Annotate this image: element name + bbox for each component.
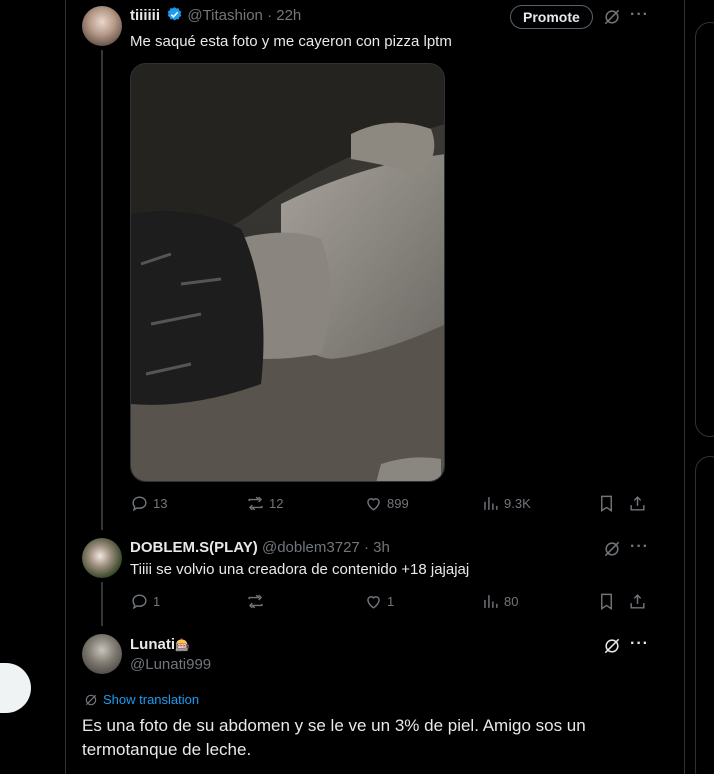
- sidebar-card-bottom: [695, 456, 714, 774]
- reply2-handle[interactable]: @Lunati999: [130, 656, 211, 673]
- views-icon: [484, 595, 498, 608]
- grok-icon[interactable]: [601, 538, 623, 560]
- tweet-actions: 13 12 899 9.3K: [130, 494, 650, 518]
- reply2-text-line1: Es una foto de su abdomen y se le ve un …: [82, 716, 586, 735]
- more-icon[interactable]: ···: [630, 6, 649, 24]
- tweet-photo[interactable]: [130, 63, 445, 482]
- grok-icon[interactable]: [601, 6, 623, 28]
- repost-count: 12: [269, 496, 284, 511]
- like-count: 1: [387, 594, 395, 609]
- views-button[interactable]: 9.3K: [481, 494, 531, 513]
- reply1-actions: 1 1 80: [130, 592, 650, 616]
- reply1-text: Tiiii se volvio una creadora de contenid…: [130, 561, 470, 578]
- reply-icon: [132, 496, 147, 512]
- repost-icon: [248, 594, 263, 609]
- reply-button[interactable]: 13: [130, 494, 167, 513]
- reply-count: 1: [153, 594, 161, 609]
- reply1-author-name[interactable]: DOBLEM.S(PLAY): [130, 539, 258, 556]
- reply1-header: DOBLEM.S(PLAY) @doblem3727 · 3h: [130, 539, 390, 556]
- feed-right-border: [684, 0, 685, 774]
- more-icon[interactable]: ···: [630, 635, 649, 653]
- bookmark-icon[interactable]: [597, 592, 616, 611]
- translate-icon: [85, 694, 97, 705]
- tweet-text: Me saqué esta foto y me cayeron con pizz…: [130, 33, 452, 50]
- views-count: 80: [504, 594, 519, 609]
- thread-line: [101, 50, 103, 530]
- promote-button[interactable]: Promote: [510, 5, 593, 29]
- reply-button[interactable]: 1: [130, 592, 160, 611]
- author-handle[interactable]: @Titashion: [187, 7, 263, 24]
- grok-icon[interactable]: [601, 635, 623, 657]
- verified-badge-icon: [166, 6, 183, 27]
- tweet-time[interactable]: · 22h: [267, 7, 301, 24]
- repost-icon: [248, 496, 263, 511]
- like-count: 899: [387, 496, 409, 511]
- tweet-header: tiiiiii @Titashion · 22h: [130, 6, 301, 27]
- reply2-text-line2: termotanque de leche.: [82, 740, 252, 759]
- compose-fab[interactable]: [0, 663, 31, 713]
- reply1-time[interactable]: · 3h: [364, 539, 390, 556]
- bookmark-icon[interactable]: [597, 494, 616, 513]
- like-button[interactable]: 1: [364, 592, 394, 611]
- sidebar-card-top: [695, 22, 714, 437]
- like-icon: [367, 498, 380, 511]
- avatar-titashion[interactable]: [82, 6, 122, 46]
- share-icon[interactable]: [628, 494, 647, 513]
- like-icon: [367, 596, 380, 609]
- views-button[interactable]: 80: [481, 592, 518, 611]
- slot-machine-emoji: 🎰: [175, 638, 190, 652]
- views-count: 9.3K: [504, 496, 531, 511]
- reply-icon: [132, 594, 147, 610]
- repost-button[interactable]: 12: [246, 494, 283, 513]
- thread-line-2: [101, 582, 103, 626]
- views-icon: [484, 497, 498, 510]
- feed-left-border: [65, 0, 66, 774]
- show-translation-label[interactable]: Show translation: [103, 692, 199, 707]
- like-button[interactable]: 899: [364, 494, 409, 513]
- repost-button[interactable]: [246, 592, 269, 611]
- reply2-name-row: Lunati🎰: [130, 636, 190, 653]
- show-translation-link[interactable]: Show translation: [84, 692, 199, 707]
- more-icon[interactable]: ···: [630, 538, 649, 556]
- author-name[interactable]: tiiiiii: [130, 7, 160, 24]
- avatar-doblem[interactable]: [82, 538, 122, 578]
- reply2-author-name[interactable]: Lunati: [130, 636, 175, 653]
- reply1-handle[interactable]: @doblem3727: [262, 539, 360, 556]
- share-icon[interactable]: [628, 592, 647, 611]
- reply-count: 13: [153, 496, 168, 511]
- avatar-lunati[interactable]: [82, 634, 122, 674]
